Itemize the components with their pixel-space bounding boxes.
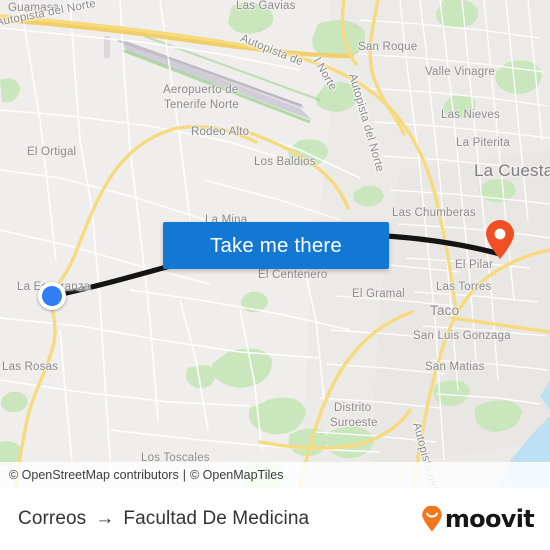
route-origin-label: Correos — [18, 508, 87, 529]
origin-marker-icon[interactable] — [38, 282, 66, 310]
arrow-right-icon: → — [95, 508, 115, 529]
attribution-separator: | — [182, 468, 186, 482]
moovit-logo[interactable]: moovit — [421, 505, 535, 533]
take-me-there-button[interactable]: Take me there — [163, 222, 389, 269]
attribution-osm[interactable]: © OpenStreetMap contributors — [9, 468, 179, 482]
route-destination-label: Facultad De Medicina — [123, 508, 310, 529]
route-summary: Correos → Facultad De Medicina — [18, 508, 309, 530]
footer-bar: Correos → Facultad De Medicina moovit — [0, 488, 550, 550]
moovit-pin-icon — [421, 506, 443, 532]
map-attribution: © OpenStreetMap contributors | © OpenMap… — [0, 462, 550, 488]
destination-marker-icon[interactable] — [484, 220, 516, 260]
map-canvas[interactable]: Guamasa Las Gavias San Roque Valle Vinagre A… — [0, 0, 550, 488]
attribution-openmaptiles[interactable]: © OpenMapTiles — [190, 468, 284, 482]
moovit-wordmark: moovit — [444, 505, 535, 533]
moovit-route-screen: Guamasa Las Gavias San Roque Valle Vinagre A… — [0, 0, 550, 550]
